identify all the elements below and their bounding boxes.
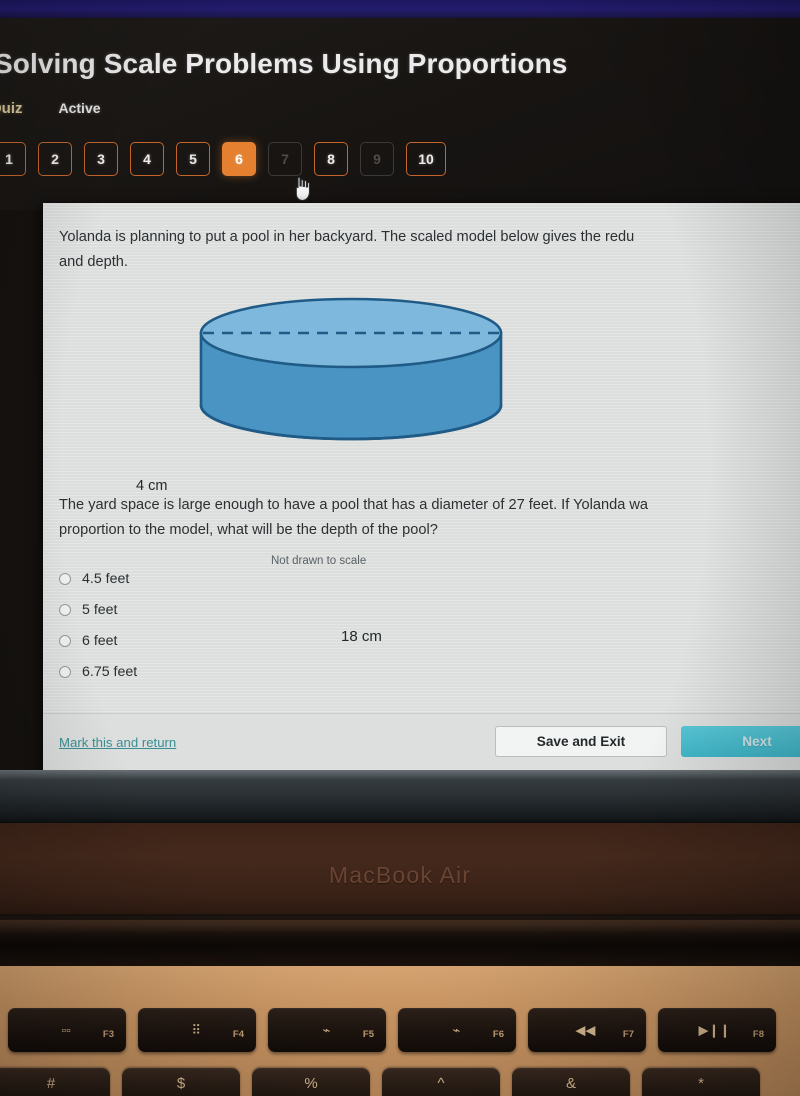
radio-button-icon[interactable]	[59, 665, 71, 678]
keyboard-symbol-key[interactable]: %	[252, 1068, 370, 1096]
question-button-6[interactable]: 6	[222, 142, 256, 176]
answer-option-label: 6 feet	[82, 632, 118, 649]
answer-option[interactable]: 4.5 feet	[57, 563, 800, 594]
question-prompt-part-2: The yard space is large enough to have a…	[59, 497, 649, 538]
question-button-8[interactable]: 8	[314, 142, 348, 176]
next-button[interactable]: Next	[681, 726, 800, 757]
radio-button-icon[interactable]	[59, 603, 71, 616]
question-button-9: 9	[360, 142, 394, 176]
question-button-5[interactable]: 5	[176, 142, 210, 176]
question-footer-bar: Mark this and return Save and Exit Next	[43, 713, 800, 772]
question-button-7: 7	[268, 142, 302, 176]
depth-label: 4 cm	[136, 478, 168, 494]
photograph-of-laptop-screen: Solving Scale Problems Using Proportions…	[0, 0, 800, 1096]
answer-option[interactable]: 5 feet	[57, 594, 800, 625]
cylinder-diagram	[199, 297, 503, 441]
radio-button-icon[interactable]	[59, 572, 71, 585]
answer-option-label: 6.75 feet	[82, 663, 138, 680]
keyboard-key-f7[interactable]: ◀◀ F7	[528, 1008, 646, 1052]
keyboard-symbol-key[interactable]: ^	[382, 1068, 500, 1096]
screen-bottom-bezel	[0, 770, 800, 825]
function-key-label: F8	[752, 1029, 764, 1040]
answer-options-list[interactable]: 4.5 feet 5 feet 6 feet 6.75 feet	[57, 563, 800, 687]
question-number-nav[interactable]: 1 2 3 4 5 6 7 8 9 10	[0, 142, 446, 176]
quiz-type-label: Quiz	[0, 100, 23, 117]
keyboard-key-f4[interactable]: ⠿ F4	[138, 1008, 256, 1052]
quiz-meta-row: Quiz Active	[0, 100, 101, 117]
quiz-header-area	[0, 18, 800, 210]
function-key-label: F4	[232, 1029, 244, 1040]
question-prompt-part-1: Yolanda is planning to put a pool in her…	[59, 229, 635, 270]
keyboard-brightness-down-icon: ⌁	[322, 1022, 331, 1038]
diameter-label: 18 cm	[341, 628, 382, 645]
figure-caption: Not drawn to scale	[271, 555, 367, 567]
keyboard-symbol-key[interactable]: #	[0, 1068, 110, 1096]
page-title: Solving Scale Problems Using Proportions	[0, 48, 568, 79]
question-button-2[interactable]: 2	[38, 142, 72, 176]
radio-button-icon[interactable]	[59, 634, 71, 647]
save-and-exit-button[interactable]: Save and Exit	[495, 726, 667, 757]
keyboard-symbol-key[interactable]: $	[122, 1068, 240, 1096]
question-card: Yolanda is planning to put a pool in her…	[43, 203, 800, 772]
mark-this-and-return-link[interactable]: Mark this and return	[59, 735, 176, 750]
function-key-label: F6	[492, 1029, 504, 1040]
scaled-model-figure: 18 cm 4 cm Not drawn to scale	[43, 289, 800, 645]
question-button-4[interactable]: 4	[130, 142, 164, 176]
function-key-label: F5	[362, 1029, 374, 1040]
launchpad-icon: ⠿	[191, 1022, 202, 1038]
laptop-screen: Solving Scale Problems Using Proportions…	[0, 18, 800, 772]
function-key-label: F7	[622, 1029, 634, 1040]
question-button-3[interactable]: 3	[84, 142, 118, 176]
answer-option-label: 4.5 feet	[82, 570, 130, 587]
question-button-10[interactable]: 10	[406, 142, 446, 176]
keyboard-key-f3[interactable]: ▫▫ F3	[8, 1008, 126, 1052]
answer-option-label: 5 feet	[82, 601, 118, 618]
play-pause-icon: ▶❙❙	[698, 1022, 731, 1038]
keyboard-symbol-key[interactable]: *	[642, 1068, 760, 1096]
answer-option[interactable]: 6 feet	[57, 625, 800, 656]
function-key-label: F3	[102, 1029, 114, 1040]
answer-option[interactable]: 6.75 feet	[57, 656, 800, 687]
quiz-status-label: Active	[58, 100, 101, 116]
keyboard-key-f6[interactable]: ⌁ F6	[398, 1008, 516, 1052]
top-navy-strip	[0, 0, 800, 23]
macbook-model-label: MacBook Air	[328, 862, 472, 888]
mission-control-icon: ▫▫	[61, 1022, 71, 1038]
number-key-row[interactable]: # $% ^ & *	[0, 1068, 800, 1096]
question-button-1[interactable]: 1	[0, 142, 26, 176]
keyboard-brightness-up-icon: ⌁	[452, 1022, 461, 1038]
function-key-row[interactable]: ▫▫ F3 ⠿ F4 ⌁ F5 ⌁ F6 ◀◀ F7 ▶❙❙ F8	[0, 1008, 800, 1060]
rewind-icon: ◀◀	[575, 1022, 596, 1038]
bezel-highlight	[0, 770, 800, 780]
keyboard-key-f5[interactable]: ⌁ F5	[268, 1008, 386, 1052]
keyboard-symbol-key[interactable]: &	[512, 1068, 630, 1096]
keyboard-key-f8[interactable]: ▶❙❙ F8	[658, 1008, 776, 1052]
laptop-hinge	[0, 914, 800, 970]
